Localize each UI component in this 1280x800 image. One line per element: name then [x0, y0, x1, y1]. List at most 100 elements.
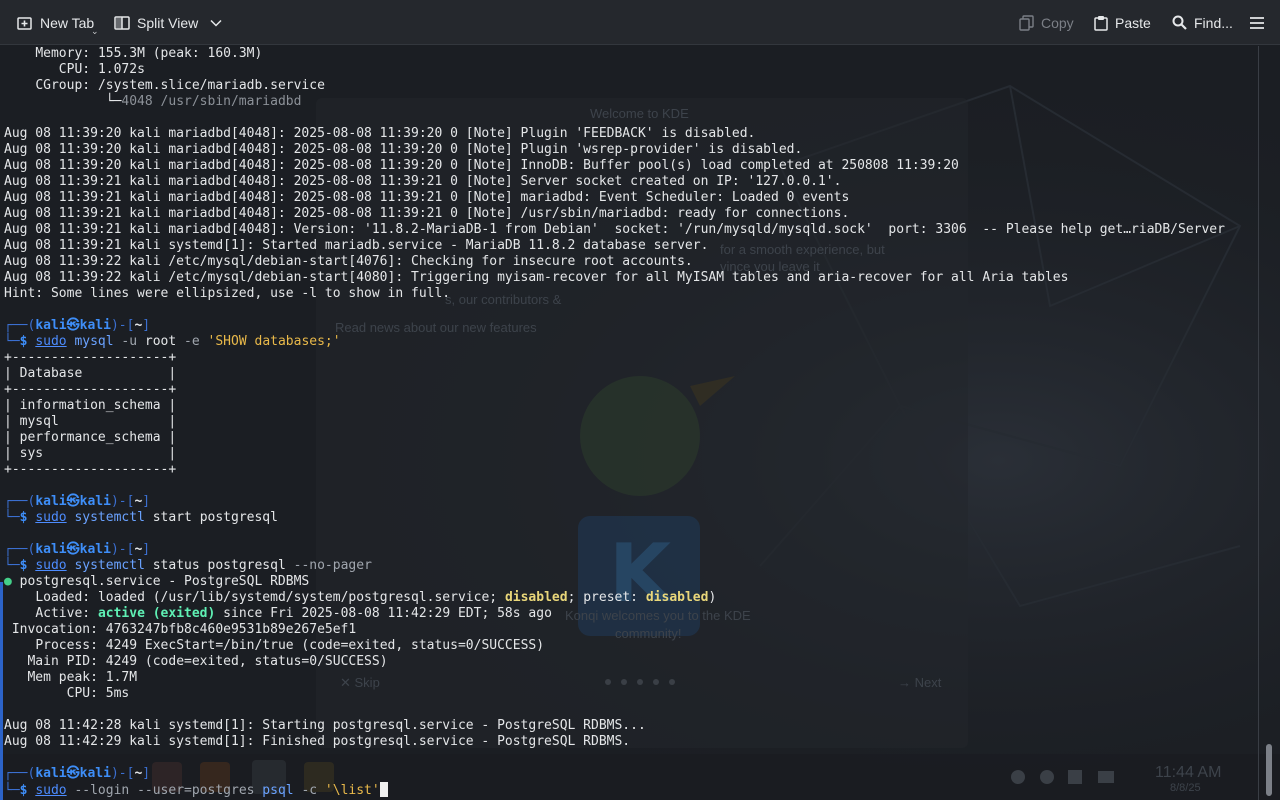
- cpu-label: CPU:: [66, 686, 98, 701]
- log-line: Aug 08 11:39:20 kali mariadbd[4048]: 202…: [4, 158, 959, 173]
- prompt-frame: └─: [4, 334, 20, 349]
- memory-label: Memory:: [35, 46, 91, 61]
- chevron-down-icon[interactable]: [210, 19, 222, 27]
- status-line: CGroup: /system.slice/mariadb.service: [4, 78, 325, 94]
- prompt-frame: └─: [4, 558, 20, 573]
- terminal-output[interactable]: Memory: 155.3M (peak: 160.3M) CPU: 1.072…: [4, 46, 1260, 800]
- cmd-program: systemctl: [74, 558, 145, 573]
- text-cursor: [379, 782, 388, 797]
- cmd-sudo: sudo: [35, 783, 67, 798]
- prompt-frame: )-[: [110, 766, 135, 781]
- copy-button[interactable]: Copy: [1019, 0, 1074, 45]
- copy-icon: [1019, 14, 1034, 31]
- cmd-flag: --no-pager: [293, 558, 372, 573]
- active-state: active (exited): [97, 606, 216, 621]
- prompt-frame: ]: [142, 318, 151, 333]
- log-line: Aug 08 11:42:28 kali systemd[1]: Startin…: [4, 718, 646, 733]
- tree-branch: └─: [105, 94, 122, 109]
- cmd-arg: status postgresql: [152, 558, 286, 573]
- cmd-sudo: sudo: [35, 334, 67, 349]
- prompt-frame: └─: [4, 783, 20, 798]
- invocation-value: 4763247bfb8c460e9531b89e267e5ef1: [105, 622, 357, 637]
- hamburger-menu-icon: [1249, 16, 1265, 30]
- cpu-label: CPU:: [58, 62, 91, 77]
- cmd-sudo: sudo: [35, 510, 67, 525]
- new-tab-label: New Tab: [40, 14, 95, 31]
- cgroup-value: /system.slice/mariadb.service: [97, 78, 325, 93]
- paste-label: Paste: [1115, 14, 1151, 31]
- cmd-arg: start postgresql: [152, 510, 278, 525]
- command-line: └─$ sudo systemctl start postgresql: [4, 510, 278, 526]
- cgroup-label: CGroup:: [35, 78, 91, 93]
- log-line: Aug 08 11:39:21 kali systemd[1]: Started…: [4, 238, 709, 253]
- active-label: Active:: [35, 606, 91, 621]
- mainpid-label: Main PID:: [27, 654, 98, 669]
- prompt-frame: └─: [4, 510, 20, 525]
- loaded-value: ): [708, 590, 717, 605]
- log-line: Aug 08 11:39:21 kali mariadbd[4048]: 202…: [4, 190, 850, 205]
- table-row: | sys |: [4, 446, 177, 461]
- log-line: Aug 08 11:39:22 kali /etc/mysql/debian-s…: [4, 254, 693, 269]
- prompt-dollar: $: [19, 558, 28, 573]
- prompt-host: kali: [79, 318, 111, 333]
- table-header: | Database |: [4, 366, 177, 381]
- paste-icon: [1094, 15, 1108, 31]
- table-border: +--------------------+: [4, 382, 177, 397]
- status-line: Active: active (exited) since Fri 2025-0…: [4, 606, 552, 622]
- table-row: | information_schema |: [4, 398, 177, 413]
- log-line: Aug 08 11:39:20 kali mariadbd[4048]: 202…: [4, 142, 803, 157]
- cmd-flag: -e: [184, 334, 200, 349]
- prompt-at-symbol: ㉿: [66, 766, 80, 781]
- cpu-value: 5ms: [105, 686, 130, 701]
- prompt-frame: ┌──(: [4, 318, 36, 333]
- invocation-label: Invocation:: [11, 622, 98, 637]
- status-line: Memory: 155.3M (peak: 160.3M): [4, 46, 262, 62]
- cmd-flag: -c: [301, 783, 318, 798]
- prompt-host: kali: [79, 494, 111, 509]
- log-line: Aug 08 11:39:21 kali mariadbd[4048]: 202…: [4, 206, 850, 221]
- loaded-label: Loaded:: [35, 590, 91, 605]
- process-tree-entry: 4048 /usr/sbin/mariadbd: [121, 94, 302, 109]
- paste-button[interactable]: Paste: [1094, 0, 1151, 45]
- mempeak-label: Mem peak:: [27, 670, 98, 685]
- prompt-host: kali: [79, 766, 111, 781]
- enabled-state: disabled: [504, 590, 568, 605]
- cmd-string: '\list': [324, 783, 380, 798]
- find-button[interactable]: Find...: [1172, 0, 1233, 45]
- prompt-frame: )-[: [110, 542, 135, 557]
- prompt-frame: ┌──(: [4, 494, 36, 509]
- active-value: since Fri 2025-08-08 11:42:29 EDT; 58s a…: [223, 606, 552, 621]
- prompt-line: ┌──(kali㉿kali)-[~]: [4, 494, 150, 510]
- prompt-at-symbol: ㉿: [66, 494, 80, 509]
- scrollbar-track[interactable]: [1258, 46, 1259, 800]
- find-label: Find...: [1194, 14, 1233, 31]
- prompt-frame: )-[: [110, 318, 135, 333]
- chevron-down-icon[interactable]: ⌄: [91, 26, 99, 37]
- log-line: Aug 08 11:42:29 kali systemd[1]: Finishe…: [4, 734, 631, 749]
- table-border: +--------------------+: [4, 462, 177, 477]
- cmd-flag: --login --user=postgres: [74, 783, 255, 798]
- prompt-frame: )-[: [110, 494, 135, 509]
- status-line: Mem peak: 1.7M: [4, 670, 137, 686]
- status-line: Main PID: 4249 (code=exited, status=0/SU…: [4, 654, 388, 670]
- split-view-button[interactable]: Split View: [114, 0, 222, 45]
- menu-button[interactable]: [1249, 0, 1265, 45]
- cmd-program: psql: [262, 783, 294, 798]
- scrollbar-thumb[interactable]: [1266, 744, 1272, 796]
- new-tab-button[interactable]: New Tab ⌄: [17, 0, 99, 45]
- mainpid-value: 4249 (code=exited, status=0/SUCCESS): [105, 654, 388, 669]
- prompt-host: kali: [79, 542, 111, 557]
- status-line: Invocation: 4763247bfb8c460e9531b89e267e…: [4, 622, 356, 638]
- preset-state: disabled: [645, 590, 709, 605]
- prompt-dollar: $: [19, 510, 28, 525]
- status-line: Loaded: loaded (/usr/lib/systemd/system/…: [4, 590, 716, 606]
- log-line: Aug 08 11:39:20 kali mariadbd[4048]: 202…: [4, 126, 756, 141]
- service-title: postgresql.service - PostgreSQL RDBMS: [19, 574, 310, 589]
- process-value: 4249 ExecStart=/bin/true (code=exited, s…: [105, 638, 545, 653]
- prompt-at-symbol: ㉿: [66, 318, 80, 333]
- cmd-string: 'SHOW databases;': [207, 334, 341, 349]
- command-input-line[interactable]: └─$ sudo --login --user=postgres psql -c…: [4, 782, 388, 798]
- cmd-arg: root: [144, 334, 177, 349]
- log-line: Aug 08 11:39:21 kali mariadbd[4048]: Ver…: [4, 222, 1225, 237]
- search-icon: [1172, 15, 1187, 30]
